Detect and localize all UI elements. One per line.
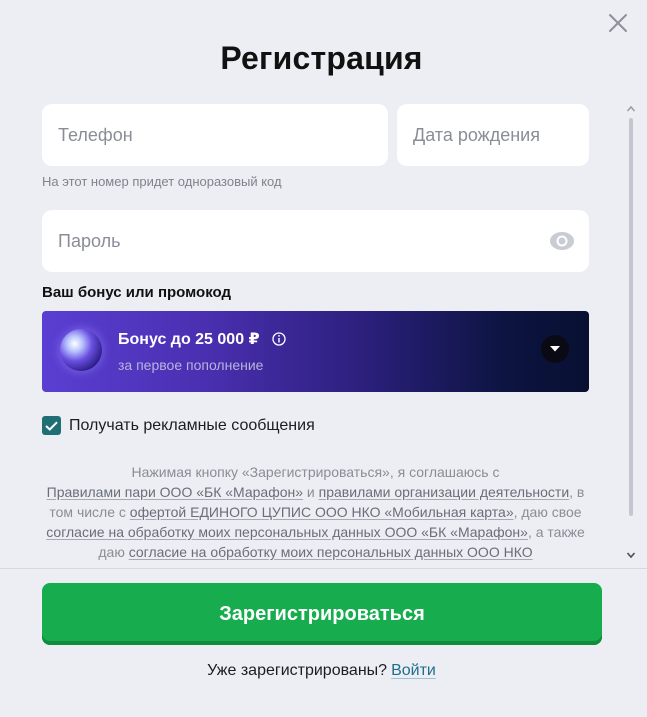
login-link[interactable]: Войти <box>391 662 436 679</box>
footer-divider <box>0 568 647 569</box>
ads-consent-label: Получать рекламные сообщения <box>69 416 315 434</box>
form-scrollbar[interactable] <box>623 104 639 560</box>
personal-data-consent-link[interactable]: согласие на обработку моих персональных … <box>46 524 528 540</box>
close-button[interactable] <box>607 12 629 34</box>
page-title: Регистрация <box>220 40 423 76</box>
phone-input[interactable] <box>42 104 388 166</box>
phone-field-container <box>42 104 388 166</box>
scroll-up-icon[interactable] <box>626 104 636 114</box>
legal-text-1: Нажимая кнопку «Зарегистрироваться», я с… <box>131 464 500 480</box>
register-button[interactable]: Зарегистрироваться <box>42 583 602 645</box>
scroll-down-icon[interactable] <box>626 550 636 560</box>
betting-rules-link[interactable]: Правилами пари ООО «БК «Марафон» <box>47 484 303 500</box>
legal-text-2: и <box>303 484 319 500</box>
password-input[interactable] <box>42 210 589 272</box>
scroll-thumb[interactable] <box>629 118 633 516</box>
legal-text: Нажимая кнопку «Зарегистрироваться», я с… <box>42 462 589 562</box>
chevron-down-icon <box>550 346 560 352</box>
phone-hint: На этот номер придет одноразовый код <box>42 174 282 189</box>
bonus-ball-icon <box>60 329 102 371</box>
legal-text-4: , даю свое <box>513 504 582 520</box>
login-prompt: Уже зарегистрированы? <box>207 662 388 679</box>
login-row: Уже зарегистрированы? Войти <box>0 662 643 680</box>
dob-input[interactable] <box>397 104 589 166</box>
close-icon <box>609 14 627 32</box>
bonus-selector[interactable]: Бонус до 25 000 ₽ за первое пополнение <box>42 311 589 392</box>
eye-icon <box>550 232 574 250</box>
info-icon[interactable] <box>272 332 286 346</box>
organization-rules-link[interactable]: правилами организации деятельности <box>319 484 570 500</box>
password-field-container <box>42 210 589 272</box>
dob-field-container <box>397 104 589 166</box>
ads-consent-row[interactable]: Получать рекламные сообщения <box>42 416 315 435</box>
bonus-subtitle: за первое пополнение <box>118 357 264 373</box>
bonus-heading: Ваш бонус или промокод <box>42 284 231 301</box>
check-icon <box>45 420 58 431</box>
offer-link[interactable]: офертой ЕДИНОГО ЦУПИС ООО НКО «Мобильная… <box>130 504 514 520</box>
registration-form: На этот номер придет одноразовый код Ваш… <box>42 104 590 564</box>
personal-data-consent-nko-link[interactable]: согласие на обработку моих персональных … <box>129 544 533 560</box>
show-password-button[interactable] <box>549 229 575 253</box>
bonus-title: Бонус до 25 000 ₽ <box>118 331 260 348</box>
bonus-dropdown-button[interactable] <box>541 335 569 363</box>
ads-consent-checkbox[interactable] <box>42 416 61 435</box>
